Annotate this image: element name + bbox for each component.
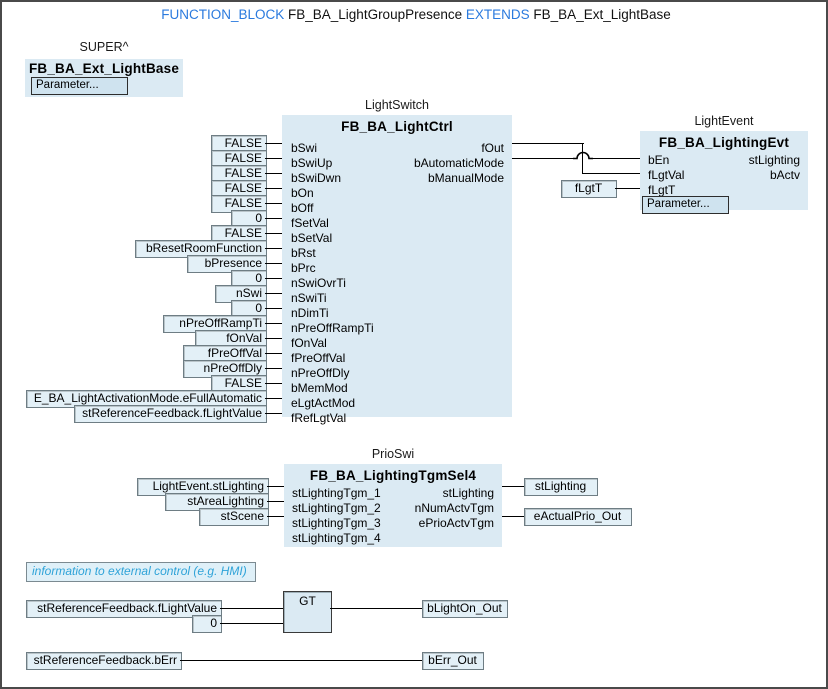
- gt-operator-block[interactable]: GT: [283, 591, 332, 633]
- value-blighton-out[interactable]: bLightOn_Out: [422, 600, 508, 618]
- pin-stlighting-evt: stLighting: [748, 153, 800, 167]
- wire-freflgtval: [265, 413, 282, 414]
- wire-fout-h2: [582, 173, 640, 174]
- super-block-title: FB_BA_Ext_LightBase: [28, 61, 180, 76]
- fb-base-name: FB_BA_Ext_LightBase: [533, 7, 671, 22]
- hmi-comment-box: information to external control (e.g. HM…: [26, 562, 256, 582]
- page-title: FUNCTION_BLOCK FB_BA_LightGroupPresence …: [2, 6, 828, 24]
- super-block-caption: SUPER^: [79, 40, 129, 54]
- pin-npreoffdly: nPreOffDly: [291, 366, 350, 380]
- pin-bmanualmode: bManualMode: [427, 171, 504, 185]
- value-berr-input[interactable]: stReferenceFeedback.bErr: [26, 652, 182, 670]
- prioswi-block[interactable]: FB_BA_LightingTgmSel4 stLightingTgm_1 st…: [284, 464, 502, 547]
- prioswi-caption: PrioSwi: [371, 447, 415, 461]
- wire-bsetval: [265, 233, 282, 234]
- pin-bswiup: bSwiUp: [291, 156, 333, 170]
- pin-stlightingtgm-4: stLightingTgm_4: [292, 531, 381, 545]
- wire-nswiovrti: [265, 278, 282, 279]
- value-stlightingtgm-3[interactable]: stScene: [199, 508, 269, 526]
- pin-brst: bRst: [291, 246, 316, 260]
- wire-bswi: [265, 143, 282, 144]
- wire-bon: [265, 188, 282, 189]
- pin-nnumactvtgm: nNumActvTgm: [414, 501, 494, 515]
- value-berr-out[interactable]: bErr_Out: [422, 652, 484, 670]
- pin-ben: bEn: [648, 153, 670, 167]
- wire-fout-h1: [512, 143, 584, 144]
- lightevent-title: FB_BA_LightingEvt: [658, 135, 790, 150]
- wire-ndimti: [265, 308, 282, 309]
- wire-fsetval: [265, 218, 282, 219]
- wire-berr: [180, 660, 422, 661]
- pin-eprioactvtgm: ePrioActvTgm: [418, 516, 494, 530]
- pin-elgtactmod: eLgtActMod: [291, 396, 356, 410]
- pin-stlighting-out: stLighting: [442, 486, 494, 500]
- wire-gt-a: [220, 608, 283, 609]
- value-gt-input-b[interactable]: 0: [192, 615, 222, 633]
- pin-bprc: bPrc: [291, 261, 316, 275]
- wire-bmemmod: [265, 383, 282, 384]
- pin-fonval: fOnVal: [291, 336, 327, 350]
- wire-tgm1: [267, 486, 284, 487]
- pin-freflgtval: fRefLgtVal: [291, 411, 347, 425]
- keyword-function-block: FUNCTION_BLOCK: [161, 7, 285, 22]
- wire-brst: [265, 248, 282, 249]
- prioswi-title: FB_BA_LightingTgmSel4: [309, 468, 477, 483]
- lightevent-caption: LightEvent: [694, 114, 754, 128]
- pin-stlightingtgm-3: stLightingTgm_3: [292, 516, 381, 530]
- wire-npreofframpti: [265, 323, 282, 324]
- wire-bprc: [265, 263, 282, 264]
- pin-flgtval: fLgtVal: [648, 168, 685, 182]
- pin-bautomaticmode: bAutomaticMode: [413, 156, 504, 170]
- lightswitch-title: FB_BA_LightCtrl: [341, 119, 453, 134]
- value-eactualprio-out[interactable]: eActualPrio_Out: [524, 508, 632, 526]
- wire-eprioactvtgm: [502, 516, 524, 517]
- wire-gt-b: [220, 623, 283, 624]
- wire-nswiti: [265, 293, 282, 294]
- wire-gt-out: [330, 608, 422, 609]
- keyword-extends: EXTENDS: [465, 7, 530, 22]
- wire-bswiup: [265, 158, 282, 159]
- wire-boff: [265, 203, 282, 204]
- value-flgtt[interactable]: fLgtT: [561, 180, 617, 198]
- pin-ndimti: nDimTi: [291, 306, 329, 320]
- pin-fout: fOut: [481, 141, 504, 155]
- wire-flgtt: [615, 188, 640, 189]
- pin-npreofframpti: nPreOffRampTi: [291, 321, 374, 335]
- pin-fpreoffval: fPreOffVal: [291, 351, 346, 365]
- lightswitch-caption: LightSwitch: [365, 98, 429, 112]
- lightevent-parameter-button[interactable]: Parameter...: [642, 196, 729, 214]
- value-freflgtval[interactable]: stReferenceFeedback.fLightValue: [74, 405, 267, 423]
- wire-tgm3: [267, 516, 284, 517]
- wire-fonval: [265, 338, 282, 339]
- pin-stlightingtgm-2: stLightingTgm_2: [292, 501, 381, 515]
- wire-elgtactmod: [265, 398, 282, 399]
- pin-boff: bOff: [291, 201, 314, 215]
- pin-bactv: bActv: [769, 168, 800, 182]
- fb-name: FB_BA_LightGroupPresence: [288, 7, 463, 22]
- pin-bsetval: bSetVal: [291, 231, 333, 245]
- pin-bswidwn: bSwiDwn: [291, 171, 342, 185]
- wire-crossing-hop-icon: [573, 151, 593, 160]
- fbd-editor-canvas: FUNCTION_BLOCK FB_BA_LightGroupPresence …: [0, 0, 828, 689]
- lightswitch-block[interactable]: FB_BA_LightCtrl bSwi bSwiUp bSwiDwn bOn …: [282, 115, 512, 425]
- pin-fsetval: fSetVal: [291, 216, 329, 230]
- wire-tgm2: [267, 501, 284, 502]
- value-stlighting-out[interactable]: stLighting: [524, 478, 598, 496]
- wire-bautomaticmode-h2: [591, 158, 640, 159]
- wire-npreoffdly: [265, 368, 282, 369]
- wire-bswidwn: [265, 173, 282, 174]
- pin-nswiti: nSwiTi: [291, 291, 327, 305]
- wire-stlighting-out: [502, 486, 524, 487]
- pin-bon: bOn: [291, 186, 314, 200]
- pin-nswiovrti: nSwiOvrTi: [291, 276, 346, 290]
- super-parameter-button[interactable]: Parameter...: [31, 77, 128, 95]
- wire-fpreoffval: [265, 353, 282, 354]
- pin-bmemmod: bMemMod: [291, 381, 348, 395]
- wire-bautomaticmode-h1: [512, 158, 575, 159]
- pin-stlightingtgm-1: stLightingTgm_1: [292, 486, 381, 500]
- pin-bswi: bSwi: [291, 141, 318, 155]
